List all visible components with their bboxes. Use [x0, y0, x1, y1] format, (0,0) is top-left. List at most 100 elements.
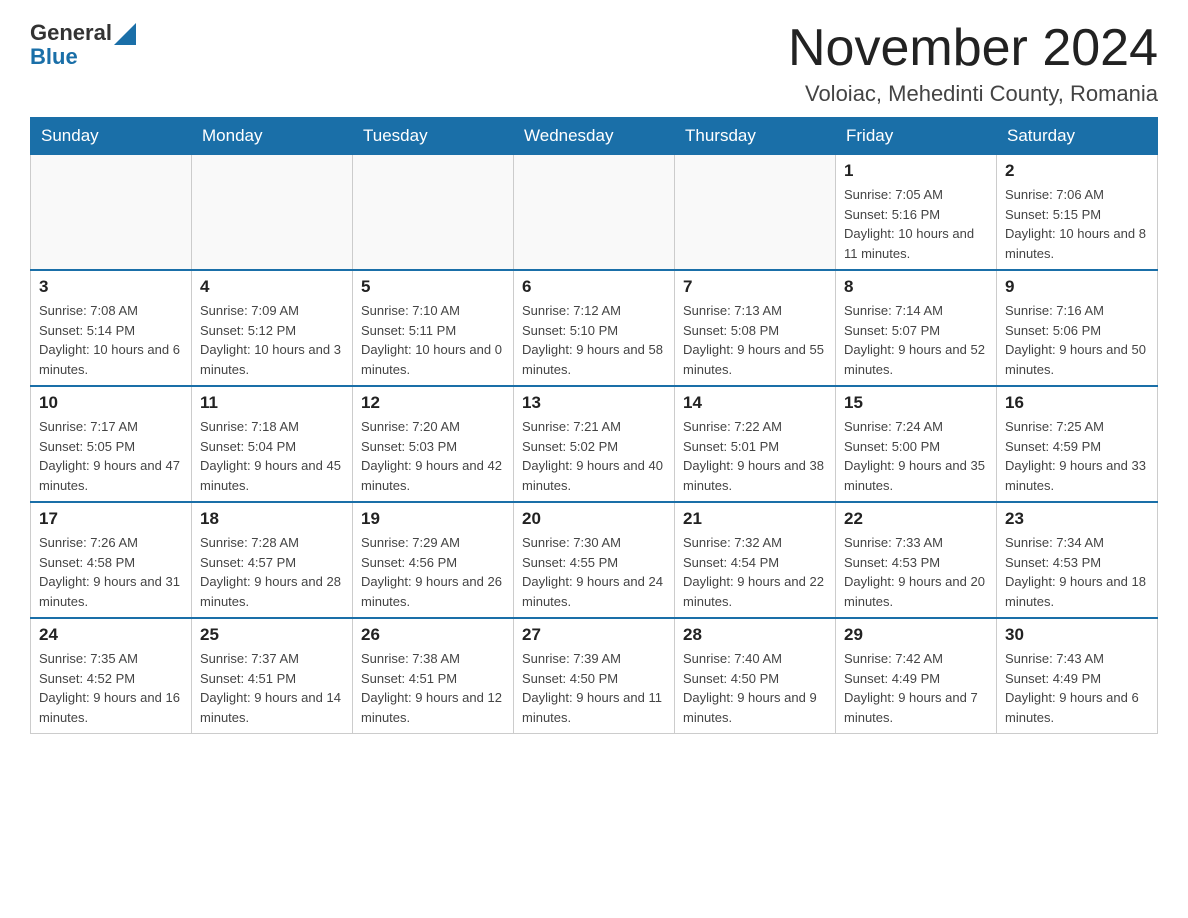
day-number: 21	[683, 509, 827, 529]
day-sun-info: Sunrise: 7:30 AMSunset: 4:55 PMDaylight:…	[522, 533, 666, 611]
day-sun-info: Sunrise: 7:12 AMSunset: 5:10 PMDaylight:…	[522, 301, 666, 379]
day-number: 2	[1005, 161, 1149, 181]
day-number: 13	[522, 393, 666, 413]
logo-blue-text: Blue	[30, 44, 78, 70]
day-sun-info: Sunrise: 7:09 AMSunset: 5:12 PMDaylight:…	[200, 301, 344, 379]
month-title: November 2024	[788, 20, 1158, 77]
header-saturday: Saturday	[997, 118, 1158, 155]
calendar-week-row: 3 Sunrise: 7:08 AMSunset: 5:14 PMDaylight…	[31, 270, 1158, 386]
day-sun-info: Sunrise: 7:25 AMSunset: 4:59 PMDaylight:…	[1005, 417, 1149, 495]
calendar-day-cell: 11 Sunrise: 7:18 AMSunset: 5:04 PMDayligh…	[192, 386, 353, 502]
calendar-header-row: Sunday Monday Tuesday Wednesday Thursday…	[31, 118, 1158, 155]
day-number: 7	[683, 277, 827, 297]
day-sun-info: Sunrise: 7:17 AMSunset: 5:05 PMDaylight:…	[39, 417, 183, 495]
day-sun-info: Sunrise: 7:35 AMSunset: 4:52 PMDaylight:…	[39, 649, 183, 727]
header-friday: Friday	[836, 118, 997, 155]
calendar-day-cell: 15 Sunrise: 7:24 AMSunset: 5:00 PMDayligh…	[836, 386, 997, 502]
calendar-week-row: 17Sunrise: 7:26 AMSunset: 4:58 PMDayligh…	[31, 502, 1158, 618]
day-sun-info: Sunrise: 7:21 AMSunset: 5:02 PMDaylight:…	[522, 417, 666, 495]
calendar-day-cell: 17Sunrise: 7:26 AMSunset: 4:58 PMDayligh…	[31, 502, 192, 618]
day-sun-info: Sunrise: 7:38 AMSunset: 4:51 PMDaylight:…	[361, 649, 505, 727]
day-sun-info: Sunrise: 7:39 AMSunset: 4:50 PMDaylight:…	[522, 649, 666, 727]
calendar-day-cell: 13 Sunrise: 7:21 AMSunset: 5:02 PMDayligh…	[514, 386, 675, 502]
calendar-table: Sunday Monday Tuesday Wednesday Thursday…	[30, 117, 1158, 734]
day-sun-info: Sunrise: 7:34 AMSunset: 4:53 PMDaylight:…	[1005, 533, 1149, 611]
day-number: 16	[1005, 393, 1149, 413]
calendar-day-cell: 9Sunrise: 7:16 AMSunset: 5:06 PMDaylight…	[997, 270, 1158, 386]
calendar-day-cell: 1 Sunrise: 7:05 AMSunset: 5:16 PMDaylight…	[836, 155, 997, 271]
page-header: General Blue November 2024 Voloiac, Mehe…	[30, 20, 1158, 107]
day-number: 6	[522, 277, 666, 297]
calendar-day-cell: 7 Sunrise: 7:13 AMSunset: 5:08 PMDaylight…	[675, 270, 836, 386]
day-sun-info: Sunrise: 7:29 AMSunset: 4:56 PMDaylight:…	[361, 533, 505, 611]
day-sun-info: Sunrise: 7:24 AMSunset: 5:00 PMDaylight:…	[844, 417, 988, 495]
day-number: 20	[522, 509, 666, 529]
day-sun-info: Sunrise: 7:10 AMSunset: 5:11 PMDaylight:…	[361, 301, 505, 379]
calendar-day-cell	[192, 155, 353, 271]
calendar-day-cell: 27 Sunrise: 7:39 AMSunset: 4:50 PMDayligh…	[514, 618, 675, 734]
calendar-day-cell: 21Sunrise: 7:32 AMSunset: 4:54 PMDayligh…	[675, 502, 836, 618]
day-sun-info: Sunrise: 7:16 AMSunset: 5:06 PMDaylight:…	[1005, 301, 1149, 379]
calendar-day-cell: 4 Sunrise: 7:09 AMSunset: 5:12 PMDaylight…	[192, 270, 353, 386]
day-number: 29	[844, 625, 988, 645]
calendar-day-cell	[514, 155, 675, 271]
day-number: 8	[844, 277, 988, 297]
calendar-day-cell: 29 Sunrise: 7:42 AMSunset: 4:49 PMDayligh…	[836, 618, 997, 734]
day-number: 18	[200, 509, 344, 529]
calendar-week-row: 1 Sunrise: 7:05 AMSunset: 5:16 PMDaylight…	[31, 155, 1158, 271]
calendar-day-cell: 6 Sunrise: 7:12 AMSunset: 5:10 PMDaylight…	[514, 270, 675, 386]
calendar-day-cell: 3 Sunrise: 7:08 AMSunset: 5:14 PMDaylight…	[31, 270, 192, 386]
day-number: 3	[39, 277, 183, 297]
day-number: 19	[361, 509, 505, 529]
day-sun-info: Sunrise: 7:05 AMSunset: 5:16 PMDaylight:…	[844, 185, 988, 263]
calendar-day-cell: 12 Sunrise: 7:20 AMSunset: 5:03 PMDayligh…	[353, 386, 514, 502]
title-section: November 2024 Voloiac, Mehedinti County,…	[788, 20, 1158, 107]
day-sun-info: Sunrise: 7:13 AMSunset: 5:08 PMDaylight:…	[683, 301, 827, 379]
calendar-day-cell: 5 Sunrise: 7:10 AMSunset: 5:11 PMDaylight…	[353, 270, 514, 386]
day-number: 14	[683, 393, 827, 413]
day-sun-info: Sunrise: 7:14 AMSunset: 5:07 PMDaylight:…	[844, 301, 988, 379]
day-number: 22	[844, 509, 988, 529]
day-number: 15	[844, 393, 988, 413]
day-sun-info: Sunrise: 7:37 AMSunset: 4:51 PMDaylight:…	[200, 649, 344, 727]
day-sun-info: Sunrise: 7:06 AMSunset: 5:15 PMDaylight:…	[1005, 185, 1149, 263]
calendar-day-cell: 14 Sunrise: 7:22 AMSunset: 5:01 PMDayligh…	[675, 386, 836, 502]
calendar-day-cell: 20 Sunrise: 7:30 AMSunset: 4:55 PMDayligh…	[514, 502, 675, 618]
calendar-day-cell: 10 Sunrise: 7:17 AMSunset: 5:05 PMDayligh…	[31, 386, 192, 502]
logo: General Blue	[30, 20, 136, 70]
day-sun-info: Sunrise: 7:22 AMSunset: 5:01 PMDaylight:…	[683, 417, 827, 495]
header-wednesday: Wednesday	[514, 118, 675, 155]
calendar-day-cell: 24 Sunrise: 7:35 AMSunset: 4:52 PMDayligh…	[31, 618, 192, 734]
calendar-day-cell: 22 Sunrise: 7:33 AMSunset: 4:53 PMDayligh…	[836, 502, 997, 618]
calendar-day-cell: 28 Sunrise: 7:40 AMSunset: 4:50 PMDayligh…	[675, 618, 836, 734]
day-number: 24	[39, 625, 183, 645]
day-sun-info: Sunrise: 7:33 AMSunset: 4:53 PMDaylight:…	[844, 533, 988, 611]
day-number: 27	[522, 625, 666, 645]
day-number: 4	[200, 277, 344, 297]
calendar-week-row: 10 Sunrise: 7:17 AMSunset: 5:05 PMDayligh…	[31, 386, 1158, 502]
day-number: 12	[361, 393, 505, 413]
day-sun-info: Sunrise: 7:40 AMSunset: 4:50 PMDaylight:…	[683, 649, 827, 727]
day-number: 1	[844, 161, 988, 181]
day-number: 23	[1005, 509, 1149, 529]
day-number: 17	[39, 509, 183, 529]
day-number: 5	[361, 277, 505, 297]
header-thursday: Thursday	[675, 118, 836, 155]
day-number: 10	[39, 393, 183, 413]
day-number: 11	[200, 393, 344, 413]
calendar-day-cell: 26 Sunrise: 7:38 AMSunset: 4:51 PMDayligh…	[353, 618, 514, 734]
header-sunday: Sunday	[31, 118, 192, 155]
day-number: 26	[361, 625, 505, 645]
day-sun-info: Sunrise: 7:43 AMSunset: 4:49 PMDaylight:…	[1005, 649, 1149, 727]
day-sun-info: Sunrise: 7:20 AMSunset: 5:03 PMDaylight:…	[361, 417, 505, 495]
day-sun-info: Sunrise: 7:18 AMSunset: 5:04 PMDaylight:…	[200, 417, 344, 495]
calendar-day-cell: 30Sunrise: 7:43 AMSunset: 4:49 PMDayligh…	[997, 618, 1158, 734]
day-sun-info: Sunrise: 7:08 AMSunset: 5:14 PMDaylight:…	[39, 301, 183, 379]
day-number: 28	[683, 625, 827, 645]
calendar-day-cell	[675, 155, 836, 271]
calendar-day-cell: 25 Sunrise: 7:37 AMSunset: 4:51 PMDayligh…	[192, 618, 353, 734]
day-number: 25	[200, 625, 344, 645]
day-sun-info: Sunrise: 7:42 AMSunset: 4:49 PMDaylight:…	[844, 649, 988, 727]
header-monday: Monday	[192, 118, 353, 155]
logo-triangle-icon	[114, 23, 136, 45]
